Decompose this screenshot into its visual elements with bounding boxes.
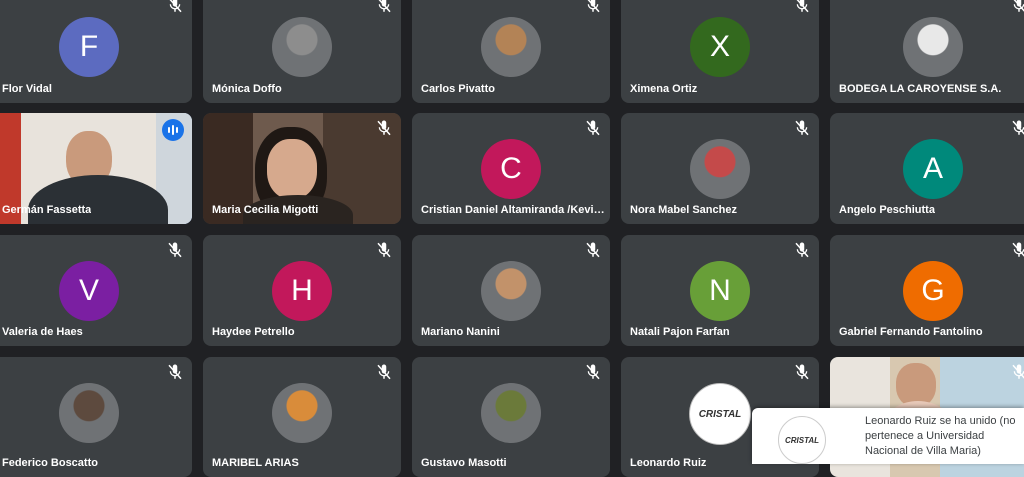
participant-name: Leonardo Ruiz <box>630 457 707 469</box>
notification-message: Leonardo Ruiz se ha unido (no pertenece … <box>865 415 1016 457</box>
avatar <box>272 383 332 443</box>
avatar <box>59 383 119 443</box>
mic-off-icon <box>584 363 602 381</box>
participant-name: BODEGA LA CAROYENSE S.A. <box>839 83 1002 95</box>
mic-off-icon <box>375 241 393 259</box>
mic-off-icon <box>375 0 393 14</box>
avatar <box>690 139 750 199</box>
participant-tile[interactable]: Gustavo Masotti <box>412 357 610 477</box>
participant-tile[interactable]: Mónica Doffo <box>203 0 401 103</box>
avatar <box>272 17 332 77</box>
participant-name: MARIBEL ARIAS <box>212 457 299 469</box>
participant-tile[interactable]: Germán Fassetta <box>0 113 192 224</box>
participant-tile[interactable]: Federico Boscatto <box>0 357 192 477</box>
participant-name: Mónica Doffo <box>212 83 282 95</box>
avatar: C <box>481 139 541 199</box>
avatar: A <box>903 139 963 199</box>
mic-off-icon <box>166 0 184 14</box>
participant-name: Mariano Nanini <box>421 326 500 338</box>
mic-off-icon <box>584 0 602 14</box>
participant-tile[interactable]: A Angelo Peschiutta <box>830 113 1024 224</box>
avatar: H <box>272 261 332 321</box>
participant-logo: CRISTAL <box>778 416 826 464</box>
participant-name: Nora Mabel Sanchez <box>630 204 737 216</box>
participant-name: Gustavo Masotti <box>421 457 507 469</box>
avatar: F <box>59 17 119 77</box>
participant-tile[interactable]: N Natali Pajon Farfan <box>621 235 819 346</box>
avatar: CRISTAL <box>689 383 751 445</box>
speaking-indicator-icon <box>162 119 184 141</box>
mic-off-icon <box>1010 363 1024 381</box>
mic-off-icon <box>793 363 811 381</box>
participant-name: Haydee Petrello <box>212 326 295 338</box>
participant-name: Valeria de Haes <box>2 326 83 338</box>
avatar <box>481 17 541 77</box>
avatar: V <box>59 261 119 321</box>
participant-tile[interactable]: Nora Mabel Sanchez <box>621 113 819 224</box>
participant-name: Ximena Ortiz <box>630 83 698 95</box>
avatar <box>481 383 541 443</box>
participant-name: Cristian Daniel Altamiranda /Kevin Maxim… <box>421 204 606 216</box>
mic-off-icon <box>1010 0 1024 14</box>
participant-tile[interactable]: F Flor Vidal <box>0 0 192 103</box>
mic-off-icon <box>166 363 184 381</box>
mic-off-icon <box>793 241 811 259</box>
participant-tile[interactable]: Maria Cecilia Migotti <box>203 113 401 224</box>
participant-name: Gabriel Fernando Fantolino <box>839 326 983 338</box>
mic-off-icon <box>584 241 602 259</box>
join-notification: CRISTAL Leonardo Ruiz se ha unido (no pe… <box>752 408 1024 464</box>
participant-tile[interactable]: BODEGA LA CAROYENSE S.A. <box>830 0 1024 103</box>
mic-off-icon <box>375 119 393 137</box>
participant-tile[interactable]: V Valeria de Haes <box>0 235 192 346</box>
avatar <box>903 17 963 77</box>
mic-off-icon <box>584 119 602 137</box>
participant-tile[interactable]: MARIBEL ARIAS <box>203 357 401 477</box>
mic-off-icon <box>375 363 393 381</box>
avatar: G <box>903 261 963 321</box>
participant-name: Maria Cecilia Migotti <box>212 204 319 216</box>
mic-off-icon <box>793 0 811 14</box>
participant-name: Angelo Peschiutta <box>839 204 935 216</box>
mic-off-icon <box>793 119 811 137</box>
participant-tile[interactable]: Carlos Pivatto <box>412 0 610 103</box>
participant-name: Germán Fassetta <box>2 204 92 216</box>
avatar: N <box>690 261 750 321</box>
avatar <box>481 261 541 321</box>
participant-tile[interactable]: X Ximena Ortiz <box>621 0 819 103</box>
participant-name: Flor Vidal <box>2 83 52 95</box>
avatar: X <box>690 17 750 77</box>
participant-tile[interactable]: H Haydee Petrello <box>203 235 401 346</box>
participant-name: Carlos Pivatto <box>421 83 495 95</box>
participant-tile[interactable]: G Gabriel Fernando Fantolino <box>830 235 1024 346</box>
participant-name: Natali Pajon Farfan <box>630 326 730 338</box>
mic-off-icon <box>1010 241 1024 259</box>
participant-tile[interactable]: Mariano Nanini <box>412 235 610 346</box>
participant-tile[interactable]: C Cristian Daniel Altamiranda /Kevin Maxi… <box>412 113 610 224</box>
mic-off-icon <box>166 241 184 259</box>
participant-name: Federico Boscatto <box>2 457 98 469</box>
mic-off-icon <box>1010 119 1024 137</box>
